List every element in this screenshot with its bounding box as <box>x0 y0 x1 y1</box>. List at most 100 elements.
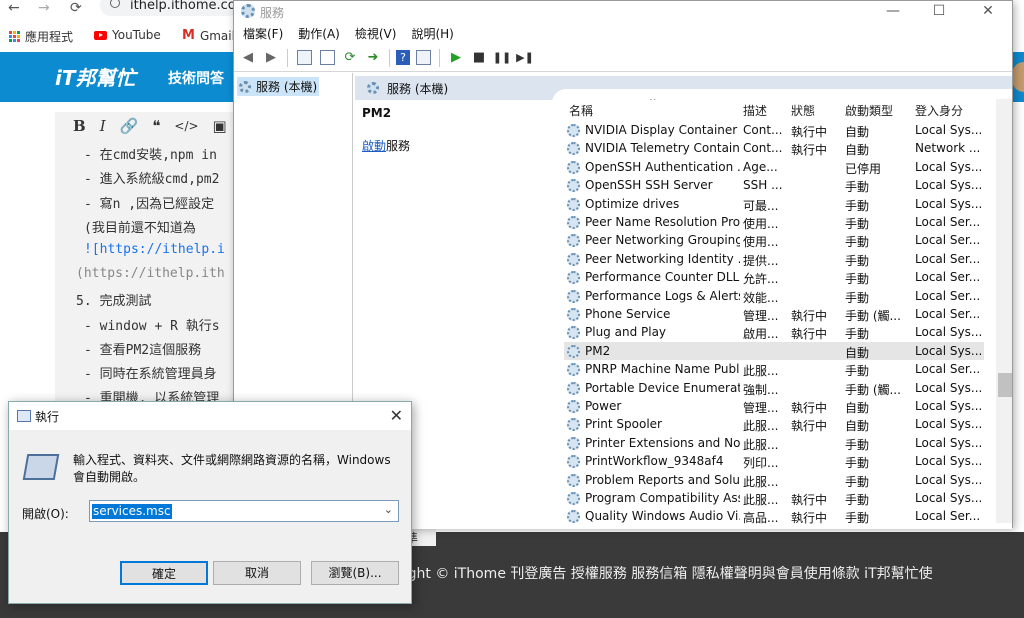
service-row[interactable]: Quality Windows Audio Vi... 高品... 執行中 手動 Loc… <box>564 507 984 524</box>
back-button[interactable]: ← <box>8 0 20 16</box>
minimize-button[interactable]: — <box>870 1 916 21</box>
service-row[interactable]: Phone Service 管理... 執行中 手動 (觸... Local Ser..… <box>564 305 984 323</box>
run-body <box>9 430 411 550</box>
footer-links[interactable]: right © iThome 刊登廣告 授權服務 服務信箱 隱私權聲明與會員使用… <box>398 563 933 583</box>
service-gear-icon <box>567 436 580 450</box>
editor-line: ![https://ithelp.i <box>84 242 225 257</box>
service-desc: 使用... <box>743 235 779 250</box>
service-row[interactable]: Performance Logs & Alerts 效能... 手動 Local Se… <box>564 287 984 305</box>
ok-button[interactable]: 確定 <box>120 561 208 585</box>
address-bar[interactable]: ithelp.ithome.com <box>100 0 248 16</box>
tree-item-services-local[interactable]: 服務 (本機) <box>237 77 320 96</box>
chevron-down-icon[interactable]: ⌄ <box>384 503 393 516</box>
bold-button[interactable]: B <box>73 117 86 135</box>
service-row[interactable]: PrintWorkflow_9348af4 列印... 手動 Local Sys... <box>564 452 984 470</box>
service-row[interactable]: Program Compatibility Assi...此服... 執行中 手動 L… <box>564 489 984 507</box>
properties-icon[interactable] <box>317 48 337 68</box>
play-icon[interactable]: ▶ <box>446 48 466 68</box>
service-name: Print Spooler <box>585 417 662 432</box>
bookmark-gmail[interactable]: M Gmail <box>182 28 235 43</box>
service-row[interactable]: PNRP Machine Name Publi... 此服... 手動 Local S… <box>564 360 984 378</box>
reload-button[interactable]: ⟳ <box>70 0 82 16</box>
menu-view[interactable]: 檢視(V) <box>355 25 397 42</box>
help-icon[interactable]: ? <box>396 50 410 65</box>
service-gear-icon <box>567 124 580 137</box>
restart-icon[interactable]: ▶❚ <box>515 48 535 68</box>
start-service-link[interactable]: 啟動 <box>362 139 386 153</box>
menu-file[interactable]: 檔案(F) <box>243 25 283 42</box>
service-row[interactable]: NVIDIA Telemetry Container Cont... 執行中 自動 Ne… <box>564 139 984 157</box>
service-desc: 此服... <box>743 474 779 489</box>
run-titlebar[interactable]: 執行 ✕ <box>9 402 411 430</box>
bookmark-apps[interactable]: 應用程式 <box>9 28 73 45</box>
code-icon[interactable]: </> <box>174 119 198 133</box>
service-name: Performance Counter DLL ... <box>585 270 740 285</box>
scrollbar-thumb[interactable] <box>998 373 1012 397</box>
close-button[interactable]: ✕ <box>965 1 1011 21</box>
cancel-button[interactable]: 取消 <box>213 561 301 585</box>
service-row[interactable]: Peer Networking Grouping 使用... 手動 Local Ser… <box>564 231 984 249</box>
service-row[interactable]: OpenSSH SSH Server SSH ... 手動 Local Sys... <box>564 176 984 194</box>
service-desc: 使用... <box>743 217 779 231</box>
services-titlebar[interactable]: 服務 — ☐ ✕ <box>234 1 1012 23</box>
forward-button[interactable]: → <box>38 0 50 16</box>
refresh-icon[interactable]: ⟳ <box>340 48 360 68</box>
link-icon[interactable]: 🔗 <box>120 117 139 135</box>
service-startup: 手動 <box>845 511 870 524</box>
service-gear-icon <box>567 400 580 413</box>
service-logon: Local Sys... <box>915 380 981 395</box>
export-icon[interactable]: ➜ <box>363 48 383 68</box>
column-log-on-as[interactable]: 登入身分 <box>915 102 963 119</box>
service-row[interactable]: Plug and Play 啟用... 執行中 手動 Local Sys... <box>564 323 984 341</box>
column-startup-type[interactable]: 啟動類型 <box>845 102 893 119</box>
back-arrow-icon[interactable]: ◀ <box>238 48 258 68</box>
service-row[interactable]: Peer Networking Identity ... 提供... 手動 Local… <box>564 250 984 268</box>
service-startup: 手動 <box>845 198 870 213</box>
maximize-button[interactable]: ☐ <box>916 1 962 21</box>
menu-help[interactable]: 說明(H) <box>411 25 453 42</box>
service-row[interactable]: NVIDIA Display Container LS Cont... 執行中 自動 L… <box>564 121 984 139</box>
column-status[interactable]: 狀態 <box>791 102 815 119</box>
service-startup: 自動 <box>845 125 870 139</box>
service-desc: 此服... <box>743 364 779 379</box>
service-logon: Local Ser... <box>915 233 981 248</box>
run-command-text: services.msc <box>92 504 172 519</box>
bookmark-youtube[interactable]: YouTube <box>94 28 161 42</box>
service-row[interactable]: Print Spooler 此服... 執行中 自動 Local Sys... <box>564 415 984 433</box>
service-row[interactable]: Optimize drives 可最... 手動 Local Sys... <box>564 195 984 213</box>
service-startup: 手動 <box>845 180 870 195</box>
column-description[interactable]: 描述 <box>743 102 767 119</box>
service-row[interactable]: Portable Device Enumerat... 強制... 手動 (觸...… <box>564 379 984 397</box>
nav-qa-link[interactable]: 技術問答 <box>168 68 224 88</box>
run-command-input[interactable]: services.msc ⌄ <box>89 500 399 522</box>
avatar[interactable] <box>1012 62 1024 92</box>
console-icon[interactable] <box>413 48 433 68</box>
vertical-scrollbar[interactable] <box>996 99 1012 523</box>
menu-action[interactable]: 動作(A) <box>298 25 340 42</box>
editor-line: (https://ithelp.ith <box>76 266 225 281</box>
service-row[interactable]: Problem Reports and Soluti...此服... 手動 Loca… <box>564 471 984 489</box>
editor-line: - 查看PM2這個服務 <box>84 343 202 358</box>
italic-button[interactable]: I <box>100 117 106 135</box>
forward-arrow-icon[interactable]: ▶ <box>261 48 281 68</box>
service-row[interactable]: OpenSSH Authentication ... Age... 已停用 Local… <box>564 158 984 176</box>
service-gear-icon <box>567 197 580 211</box>
image-icon[interactable]: ▣ <box>213 117 227 135</box>
service-row[interactable]: Power 管理... 執行中 自動 Local Sys... <box>564 397 984 415</box>
services-title: 服務 <box>260 6 285 20</box>
services-list: 名稱 ^ 描述 狀態 啟動類型 登入身分 NVIDIA Display Cont… <box>564 99 1004 524</box>
service-row[interactable]: PM2 自動 Local Sys... <box>564 341 984 361</box>
service-gear-icon <box>567 179 580 193</box>
run-close-button[interactable]: ✕ <box>390 406 403 425</box>
browse-button[interactable]: 瀏覽(B)... <box>311 561 399 585</box>
service-row[interactable]: Peer Name Resolution Prot... 使用... 手動 Local… <box>564 213 984 231</box>
site-logo[interactable]: iT邦幫忙 <box>55 62 136 91</box>
show-tree-icon[interactable] <box>294 48 314 68</box>
pause-icon[interactable]: ❚❚ <box>492 48 512 68</box>
quote-icon[interactable]: ❝ <box>152 117 160 135</box>
stop-icon[interactable]: ■ <box>469 48 489 68</box>
service-row[interactable]: Performance Counter DLL ... 允許... 手動 Local … <box>564 268 984 286</box>
service-row[interactable]: Printer Extensions and Noti...此服... 手動 Loc… <box>564 434 984 452</box>
column-name[interactable]: 名稱 <box>569 102 593 119</box>
service-logon: Local Ser... <box>915 288 981 303</box>
